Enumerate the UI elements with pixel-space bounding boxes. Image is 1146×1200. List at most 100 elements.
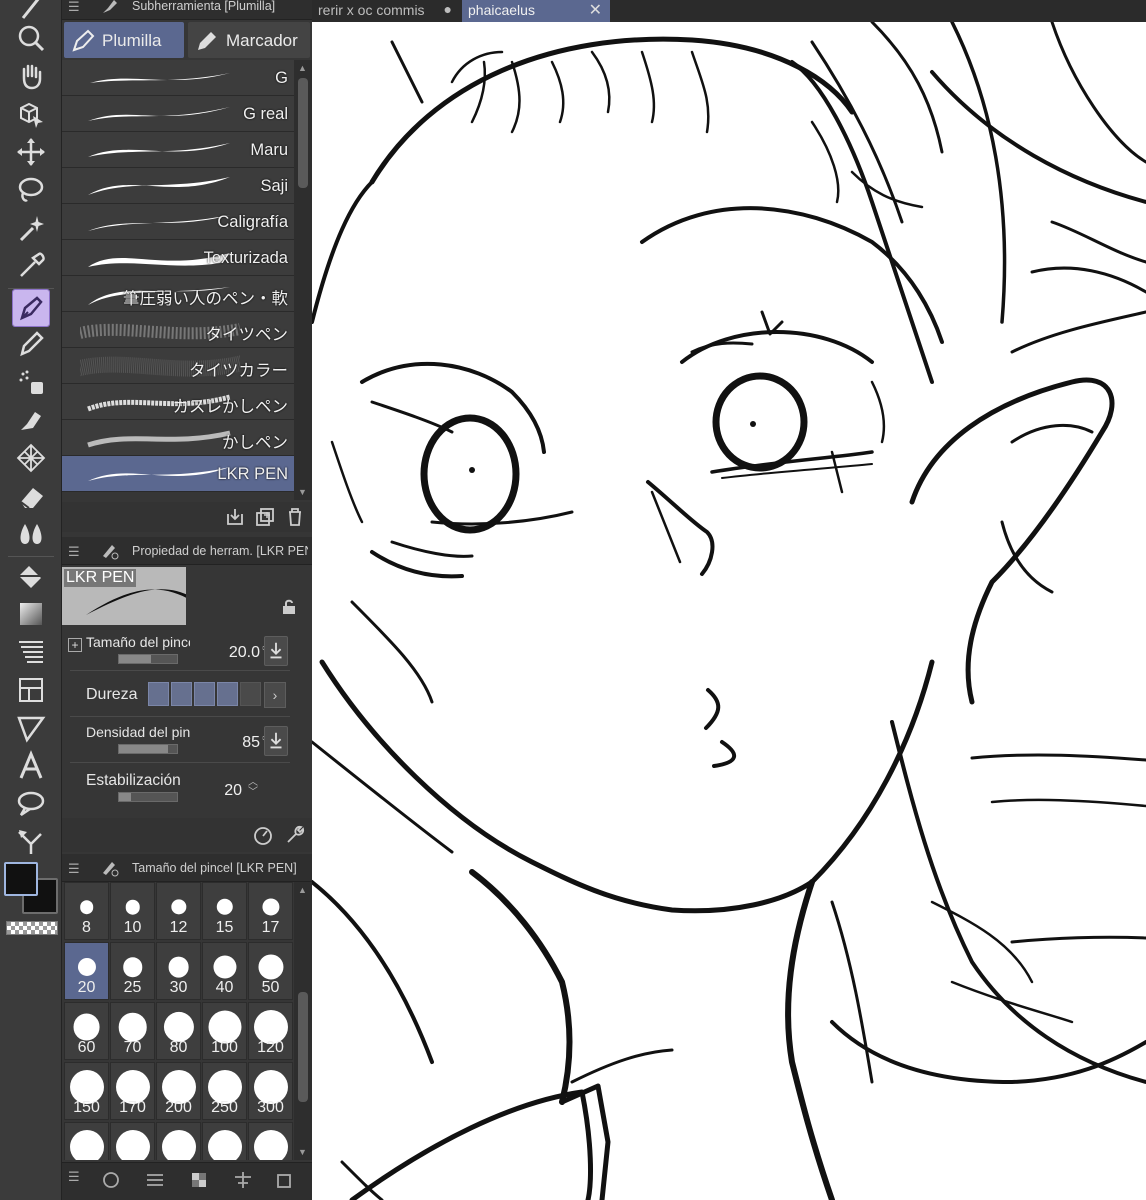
object-select-icon[interactable] <box>13 96 49 132</box>
brush-size-cell[interactable]: 170 <box>110 1062 155 1120</box>
stabilization-slider[interactable] <box>118 792 178 802</box>
text-tool-icon[interactable] <box>13 748 49 784</box>
scroll-thumb[interactable] <box>298 992 308 1102</box>
brush-size-cell[interactable] <box>110 1122 155 1160</box>
spinner-icon[interactable]: ︿﹀ <box>248 778 258 798</box>
brush-size-cell[interactable]: 40 <box>202 942 247 1000</box>
blend-tool-icon[interactable] <box>13 516 49 552</box>
tab-marcador[interactable]: Marcador <box>188 22 310 58</box>
brush-size-cell[interactable]: 70 <box>110 1002 155 1060</box>
scroll-up-icon[interactable]: ▲ <box>298 885 307 895</box>
brush-item[interactable]: かしペン <box>62 420 294 456</box>
drawing-canvas[interactable] <box>312 22 1146 1200</box>
brush-size-cell[interactable]: 25 <box>110 942 155 1000</box>
brush-item[interactable]: タイツペン <box>62 312 294 348</box>
decoration-tool-icon[interactable] <box>13 402 49 438</box>
ruler-tool-icon[interactable] <box>13 710 49 746</box>
menu-icon[interactable]: ☰ <box>68 861 80 877</box>
hand-tool-icon[interactable] <box>13 58 49 94</box>
brush-size-scrollbar[interactable]: ▲ ▼ <box>294 882 312 1160</box>
brush-size-cell[interactable]: 15 <box>202 882 247 940</box>
scroll-up-icon[interactable]: ▲ <box>298 63 307 73</box>
pencil-tool-icon[interactable] <box>13 326 49 362</box>
brush-size-cell[interactable]: 17 <box>248 882 293 940</box>
brush-item[interactable]: Maru <box>62 132 294 168</box>
brush-size-cell[interactable]: 80 <box>156 1002 201 1060</box>
brush-size-cell[interactable]: 10 <box>110 882 155 940</box>
brush-item[interactable]: 筆圧弱い人のペン・軟 <box>62 276 294 312</box>
brush-size-cell[interactable]: 120 <box>248 1002 293 1060</box>
brush-size-cell[interactable]: 150 <box>64 1062 109 1120</box>
brush-size-cell[interactable] <box>202 1122 247 1160</box>
subview-icon[interactable] <box>144 1169 166 1191</box>
hardness-next-button[interactable]: › <box>264 682 286 708</box>
balloon-tool-icon[interactable] <box>13 786 49 822</box>
brush-item[interactable]: G real <box>62 96 294 132</box>
brush-size-cell[interactable] <box>156 1122 201 1160</box>
fill-tool-icon[interactable] <box>13 558 49 594</box>
main-color-swatch[interactable] <box>4 862 38 896</box>
brush-item[interactable]: Saji <box>62 168 294 204</box>
pattern-tool-icon[interactable] <box>13 440 49 476</box>
lock-icon[interactable] <box>280 598 298 616</box>
brush-size-cell[interactable]: 300 <box>248 1062 293 1120</box>
expand-icon[interactable]: + <box>68 638 82 652</box>
brush-list-scrollbar[interactable]: ▲ ▼ <box>294 60 312 500</box>
brush-item[interactable]: Texturizada <box>62 240 294 276</box>
menu-icon[interactable]: ☰ <box>68 0 80 15</box>
brush-size-cell[interactable] <box>64 1122 109 1160</box>
wrench-icon[interactable] <box>284 824 306 846</box>
brush-size-cell[interactable] <box>248 1122 293 1160</box>
pressure-settings-button[interactable] <box>264 726 288 756</box>
density-slider[interactable] <box>118 744 178 754</box>
brush-size-cell[interactable]: 250 <box>202 1062 247 1120</box>
eyedropper-icon[interactable] <box>13 248 49 284</box>
magic-wand-icon[interactable] <box>13 210 49 246</box>
doc-tab-rerir[interactable]: rerir x oc commis ● <box>312 0 460 22</box>
tab-plumilla[interactable]: Plumilla <box>64 22 184 58</box>
brush-item[interactable]: Caligrafía <box>62 204 294 240</box>
brush-item[interactable]: タイツカラー <box>62 348 294 384</box>
more-icon[interactable] <box>274 1169 296 1191</box>
hardness-block[interactable] <box>194 682 215 706</box>
hardness-block[interactable] <box>148 682 169 706</box>
scroll-thumb[interactable] <box>298 78 308 188</box>
brush-size-cell[interactable]: 30 <box>156 942 201 1000</box>
brush-item-selected[interactable]: LKR PEN <box>62 456 294 492</box>
brush-size-slider[interactable] <box>118 654 178 664</box>
pen-tool-icon[interactable] <box>12 289 50 327</box>
brush-size-cell[interactable]: 8 <box>64 882 109 940</box>
menu-icon[interactable]: ☰ <box>68 1169 80 1185</box>
gradient-tool-icon[interactable] <box>13 596 49 632</box>
lasso-tool-icon[interactable] <box>13 172 49 208</box>
density-value[interactable]: 85 <box>242 734 260 752</box>
transparent-color-swatch[interactable] <box>6 921 58 935</box>
airbrush-tool-icon[interactable] <box>13 364 49 400</box>
brush-size-cell[interactable]: 100 <box>202 1002 247 1060</box>
brush-item[interactable]: カスレかしペン <box>62 384 294 420</box>
duplicate-icon[interactable] <box>254 506 276 528</box>
brush-size-cell[interactable]: 60 <box>64 1002 109 1060</box>
hardness-block[interactable] <box>240 682 261 706</box>
eraser-tool-icon[interactable] <box>13 478 49 514</box>
brush-size-cell[interactable]: 50 <box>248 942 293 1000</box>
reset-icon[interactable] <box>252 824 274 846</box>
color-set-icon[interactable] <box>188 1169 210 1191</box>
menu-icon[interactable]: ☰ <box>68 544 80 560</box>
doc-tab-phaicaelus[interactable]: phaicaelus ✕ <box>462 0 610 22</box>
hardness-block[interactable] <box>217 682 238 706</box>
brush-item[interactable]: G <box>62 60 294 96</box>
stabilization-value[interactable]: 20 <box>224 782 242 800</box>
line-tool-icon[interactable] <box>13 634 49 670</box>
zoom-tool-icon[interactable] <box>13 20 49 56</box>
layer-icon[interactable] <box>232 1169 254 1191</box>
hardness-block[interactable] <box>171 682 192 706</box>
import-icon[interactable] <box>224 506 246 528</box>
frame-tool-icon[interactable] <box>13 672 49 708</box>
move-tool-icon[interactable] <box>13 134 49 170</box>
navigator-icon[interactable] <box>100 1169 122 1191</box>
brush-size-cell[interactable]: 20 <box>64 942 109 1000</box>
brush-size-cell[interactable]: 12 <box>156 882 201 940</box>
correct-line-tool-icon[interactable] <box>13 824 49 860</box>
scroll-down-icon[interactable]: ▼ <box>298 487 307 497</box>
